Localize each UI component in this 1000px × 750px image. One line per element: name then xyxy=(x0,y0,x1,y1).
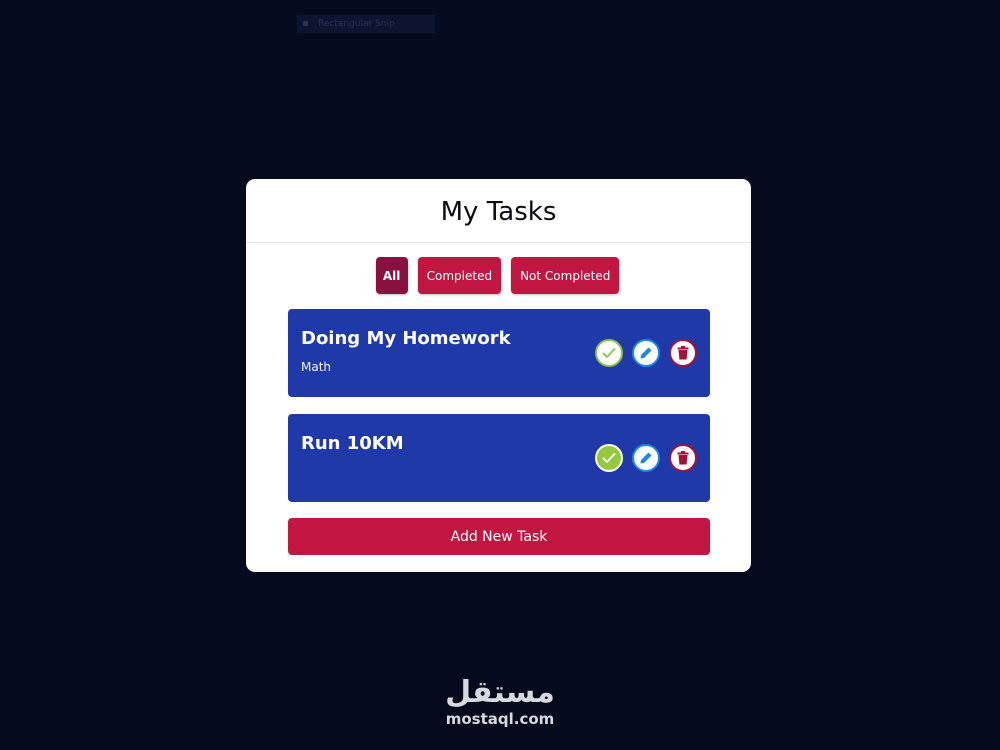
complete-task-button[interactable] xyxy=(595,444,623,472)
watermark-logo: مستقل xyxy=(445,675,555,710)
delete-task-button[interactable] xyxy=(669,339,697,367)
snip-toolbar-label: Rectangular Snip xyxy=(318,19,395,29)
page-background: Rectangular Snip My Tasks All Completed … xyxy=(0,0,1000,750)
task-actions xyxy=(595,339,697,367)
task-item: Doing My Homework Math xyxy=(288,309,710,397)
task-list: Doing My Homework Math Run 10KM xyxy=(288,309,710,519)
check-icon xyxy=(602,453,616,463)
trash-icon xyxy=(677,346,689,360)
filter-completed-button[interactable]: Completed xyxy=(417,257,502,294)
watermark: مستقل mostaql.com xyxy=(438,675,562,727)
filter-all-button[interactable]: All xyxy=(375,257,408,294)
card-header: My Tasks xyxy=(246,179,751,243)
edit-task-button[interactable] xyxy=(632,444,660,472)
task-item: Run 10KM xyxy=(288,414,710,502)
watermark-url: mostaql.com xyxy=(445,710,555,728)
complete-task-button[interactable] xyxy=(595,339,623,367)
check-icon xyxy=(602,348,616,358)
filter-bar: All Completed Not Completed xyxy=(244,257,751,294)
add-new-task-button[interactable]: Add New Task xyxy=(288,518,710,555)
trash-icon xyxy=(677,451,689,465)
snip-icon xyxy=(303,21,308,26)
pencil-icon xyxy=(640,347,652,359)
tasks-card: My Tasks All Completed Not Completed Doi… xyxy=(246,179,751,572)
snip-toolbar-ghost: Rectangular Snip xyxy=(297,15,435,33)
edit-task-button[interactable] xyxy=(632,339,660,367)
pencil-icon xyxy=(640,452,652,464)
page-title: My Tasks xyxy=(440,196,557,227)
task-actions xyxy=(595,444,697,472)
filter-not-completed-button[interactable]: Not Completed xyxy=(511,257,620,294)
delete-task-button[interactable] xyxy=(669,444,697,472)
